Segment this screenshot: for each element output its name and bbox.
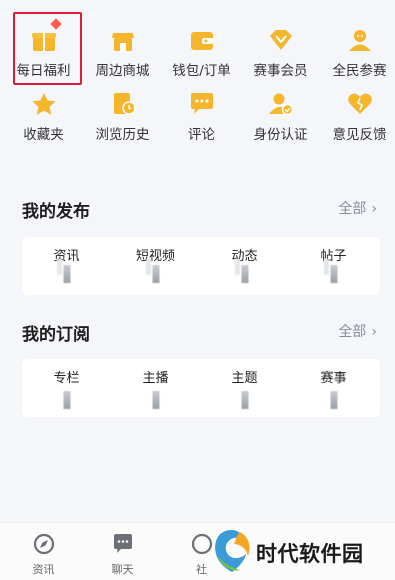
stat-streamer[interactable]: 主播 xyxy=(111,359,200,417)
chevron-right-icon: › xyxy=(371,201,377,217)
view-all-link[interactable]: 全部 › xyxy=(338,198,377,218)
stat-value xyxy=(330,391,337,409)
grid-item-label: 钱包/订单 xyxy=(172,63,231,79)
highlight-frame xyxy=(13,12,82,85)
stat-value xyxy=(63,265,70,283)
grid-item-comments[interactable]: 评论 xyxy=(162,90,241,160)
stat-short-video[interactable]: 短视频 xyxy=(111,237,200,295)
grid-item-label: 意见反馈 xyxy=(332,127,387,143)
stat-news[interactable]: 资讯 xyxy=(22,237,111,295)
tab-chat[interactable]: 聊天 xyxy=(83,523,162,580)
stat-topic[interactable]: 主题 xyxy=(200,359,289,417)
grid-item-wallet-orders[interactable]: 钱包/订单 xyxy=(162,0,241,79)
subscribe-stats-card: 专栏 主播 主题 赛事 xyxy=(22,359,380,417)
grid-item-id-verify[interactable]: 身份认证 xyxy=(241,90,320,160)
people-icon xyxy=(348,30,371,51)
grid-item-merch-store[interactable]: 周边商城 xyxy=(83,0,162,79)
grid-item-label: 评论 xyxy=(188,127,215,143)
stat-value xyxy=(330,265,337,283)
watermark-logo-icon xyxy=(215,530,250,572)
grid-item-favorites[interactable]: 收藏夹 xyxy=(4,90,83,160)
history-icon xyxy=(113,93,136,115)
stat-value xyxy=(152,265,159,283)
grid-item-history[interactable]: 浏览历史 xyxy=(83,90,162,160)
section-title: 我的订阅 xyxy=(22,325,90,345)
stat-value xyxy=(241,265,248,283)
chat-icon xyxy=(113,534,132,553)
star-icon xyxy=(32,93,55,115)
comment-icon xyxy=(190,93,213,114)
grid-item-compete[interactable]: 全民参赛 xyxy=(320,0,395,79)
stat-posts[interactable]: 帖子 xyxy=(289,237,378,295)
stat-value xyxy=(152,391,159,409)
id-verify-icon xyxy=(268,93,293,116)
grid-item-member[interactable]: 赛事会员 xyxy=(241,0,320,79)
stat-value xyxy=(241,391,248,409)
diamond-icon xyxy=(269,30,292,50)
publish-stats-card: 资讯 短视频 动态 帖子 xyxy=(22,237,380,295)
tab-news[interactable]: 资讯 xyxy=(4,523,83,580)
stat-moments[interactable]: 动态 xyxy=(200,237,289,295)
chevron-right-icon: › xyxy=(371,324,377,340)
watermark: 时代软件园 xyxy=(208,524,386,580)
grid-item-label: 浏览历史 xyxy=(95,127,150,143)
news-icon xyxy=(33,533,54,555)
stat-column[interactable]: 专栏 xyxy=(22,359,111,417)
grid-item-label: 身份认证 xyxy=(253,127,308,143)
section-title: 我的发布 xyxy=(22,202,90,222)
view-all-link[interactable]: 全部 › xyxy=(338,321,377,341)
my-publish-section: 我的发布 全部 › 资讯 短视频 动态 帖子 xyxy=(0,160,395,300)
grid-item-label: 赛事会员 xyxy=(253,63,308,79)
feedback-icon xyxy=(347,93,372,114)
grid-item-label: 收藏夹 xyxy=(23,127,64,143)
grid-item-feedback[interactable]: 意见反馈 xyxy=(320,90,395,160)
stat-value xyxy=(63,391,70,409)
feature-grid: 每日福利 周边商城 钱包/订单 赛事会员 全民参赛 收藏夹 浏览历史 评论 身份… xyxy=(0,0,395,160)
my-subscribe-section: 我的订阅 全部 › 专栏 主播 主题 赛事 xyxy=(0,300,395,522)
wallet-icon xyxy=(190,32,213,50)
shop-icon xyxy=(111,33,134,51)
grid-item-label: 周边商城 xyxy=(95,63,150,79)
stat-event[interactable]: 赛事 xyxy=(289,359,378,417)
grid-item-label: 全民参赛 xyxy=(332,63,387,79)
watermark-text: 时代软件园 xyxy=(256,542,364,566)
